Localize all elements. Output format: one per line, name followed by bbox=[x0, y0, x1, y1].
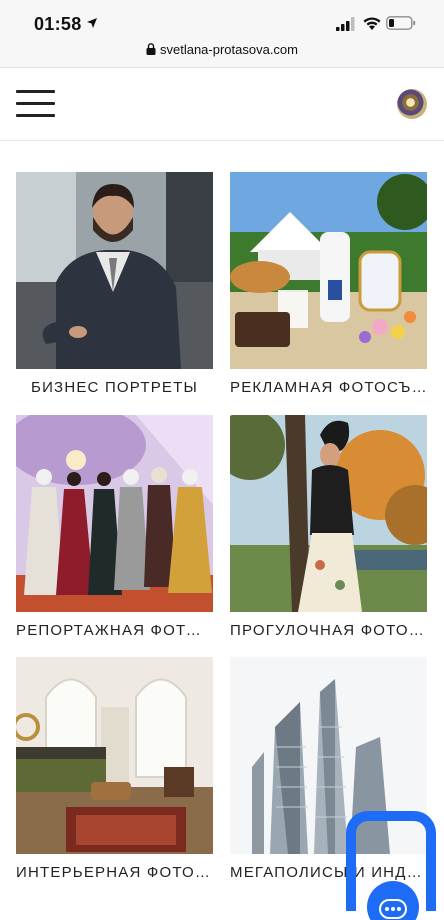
site-header bbox=[0, 69, 444, 141]
gallery-card-walk[interactable]: ПРОГУЛОЧНАЯ ФОТОС... bbox=[230, 415, 427, 639]
gallery-card-business-portraits[interactable]: БИЗНЕС ПОРТРЕТЫ bbox=[16, 172, 213, 396]
cellular-signal-icon bbox=[336, 17, 355, 31]
advertising-photo[interactable] bbox=[230, 172, 427, 369]
url-text: svetlana-protasova.com bbox=[159, 42, 298, 57]
status-time: 01:58 bbox=[34, 14, 82, 34]
gallery-caption[interactable]: РЕКЛАМНАЯ ФОТОСЪЕ... bbox=[230, 379, 427, 396]
gallery-caption[interactable]: РЕПОРТАЖНАЯ ФОТОС... bbox=[16, 622, 213, 639]
chat-dots-icon bbox=[379, 899, 407, 919]
address-bar[interactable]: svetlana-protasova.com bbox=[0, 42, 444, 57]
location-arrow-icon bbox=[87, 18, 97, 28]
reportage-photo[interactable] bbox=[16, 415, 213, 612]
lock-icon bbox=[146, 43, 156, 55]
wifi-icon bbox=[363, 17, 381, 30]
interior-photo[interactable] bbox=[16, 657, 213, 854]
battery-icon bbox=[386, 16, 416, 30]
gallery-caption[interactable]: ИНТЕРЬЕРНАЯ ФОТОСЪ... bbox=[16, 864, 213, 881]
status-bar: 01:58 svetlana-protasova.com bbox=[0, 0, 444, 68]
walk-photo[interactable] bbox=[230, 415, 427, 612]
site-logo[interactable] bbox=[397, 89, 427, 119]
gallery-card-reportage[interactable]: РЕПОРТАЖНАЯ ФОТОС... bbox=[16, 415, 213, 639]
gallery-caption[interactable]: БИЗНЕС ПОРТРЕТЫ bbox=[16, 379, 213, 396]
gallery-card-interior[interactable]: ИНТЕРЬЕРНАЯ ФОТОСЪ... bbox=[16, 657, 213, 881]
gallery-card-advertising[interactable]: РЕКЛАМНАЯ ФОТОСЪЕ... bbox=[230, 172, 427, 396]
business-portrait-photo[interactable] bbox=[16, 172, 213, 369]
gallery-caption[interactable]: ПРОГУЛОЧНАЯ ФОТОС... bbox=[230, 622, 427, 639]
hamburger-menu-icon[interactable] bbox=[16, 87, 56, 121]
